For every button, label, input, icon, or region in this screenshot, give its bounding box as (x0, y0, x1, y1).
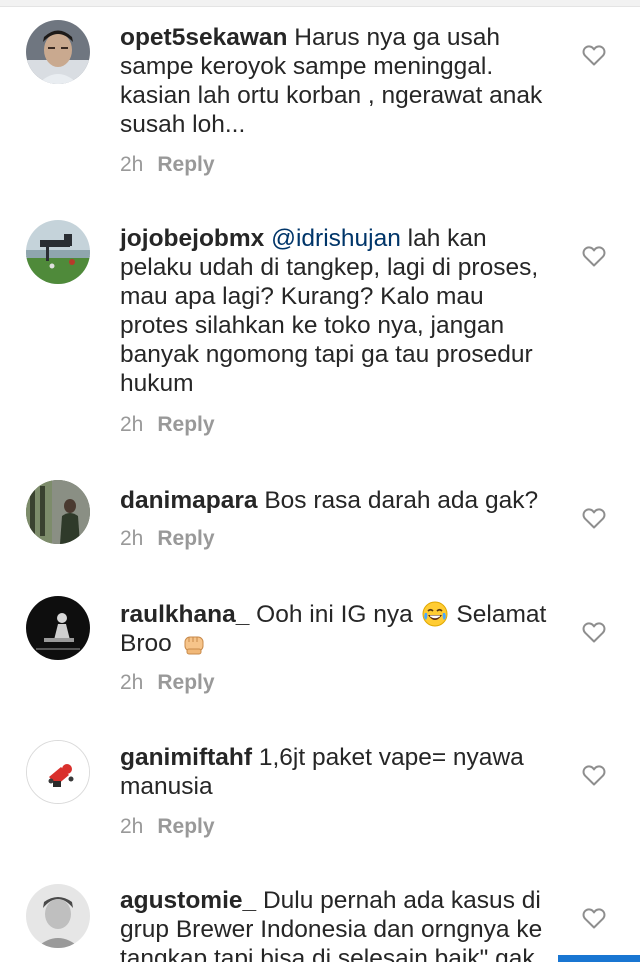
comment-text: jojobejobmx @idrishujan lah kan pelaku u… (120, 224, 560, 398)
tears-of-joy-emoji (422, 601, 448, 627)
reply-button[interactable]: Reply (157, 815, 214, 838)
fist-bump-emoji (181, 630, 207, 656)
avatar[interactable] (26, 884, 90, 948)
comment-text: danimapara Bos rasa darah ada gak? (120, 486, 560, 515)
comment-meta: 2h Reply (120, 153, 215, 177)
reply-button[interactable]: Reply (157, 153, 214, 176)
avatar[interactable] (26, 480, 90, 544)
like-icon[interactable] (582, 245, 606, 267)
comment-timestamp: 2h (120, 815, 144, 838)
reply-button[interactable]: Reply (157, 671, 214, 694)
like-icon[interactable] (582, 44, 606, 66)
comment-meta: 2h Reply (120, 413, 215, 437)
reply-button[interactable]: Reply (157, 527, 214, 550)
comment-text: raulkhana_ Ooh ini IG nya Selamat Broo (120, 600, 560, 658)
like-icon[interactable] (582, 907, 606, 929)
comment-meta: 2h Reply (120, 527, 215, 551)
avatar[interactable] (26, 740, 90, 804)
scroll-indicator (558, 955, 640, 962)
comment-username[interactable]: jojobejobmx (120, 225, 264, 252)
reply-button[interactable]: Reply (157, 413, 214, 436)
like-icon[interactable] (582, 507, 606, 529)
comment-username[interactable]: agustomie_ (120, 887, 256, 914)
comment-timestamp: 2h (120, 413, 144, 436)
comment-mention-link[interactable]: @idrishujan (271, 225, 401, 252)
avatar[interactable] (26, 20, 90, 84)
comment-username[interactable]: raulkhana_ (120, 601, 249, 628)
top-divider (0, 0, 640, 7)
comment-username[interactable]: ganimiftahf (120, 744, 252, 771)
comment-text: opet5sekawan Harus nya ga usah sampe ker… (120, 23, 560, 139)
comment-text: ganimiftahf 1,6jt paket vape= nyawa manu… (120, 743, 560, 801)
comment-username[interactable]: opet5sekawan (120, 24, 288, 51)
comment-body: Ooh ini IG nya (249, 601, 420, 628)
comment-meta: 2h Reply (120, 815, 215, 839)
comment-text: agustomie_ Dulu pernah ada kasus di grup… (120, 886, 560, 962)
comment-timestamp: 2h (120, 671, 144, 694)
avatar[interactable] (26, 596, 90, 660)
like-icon[interactable] (582, 764, 606, 786)
comment-meta: 2h Reply (120, 671, 215, 695)
comment-timestamp: 2h (120, 527, 144, 550)
comment-body: Bos rasa darah ada gak? (257, 487, 539, 514)
avatar[interactable] (26, 220, 90, 284)
comment-timestamp: 2h (120, 153, 144, 176)
like-icon[interactable] (582, 621, 606, 643)
comment-username[interactable]: danimapara (120, 487, 258, 514)
